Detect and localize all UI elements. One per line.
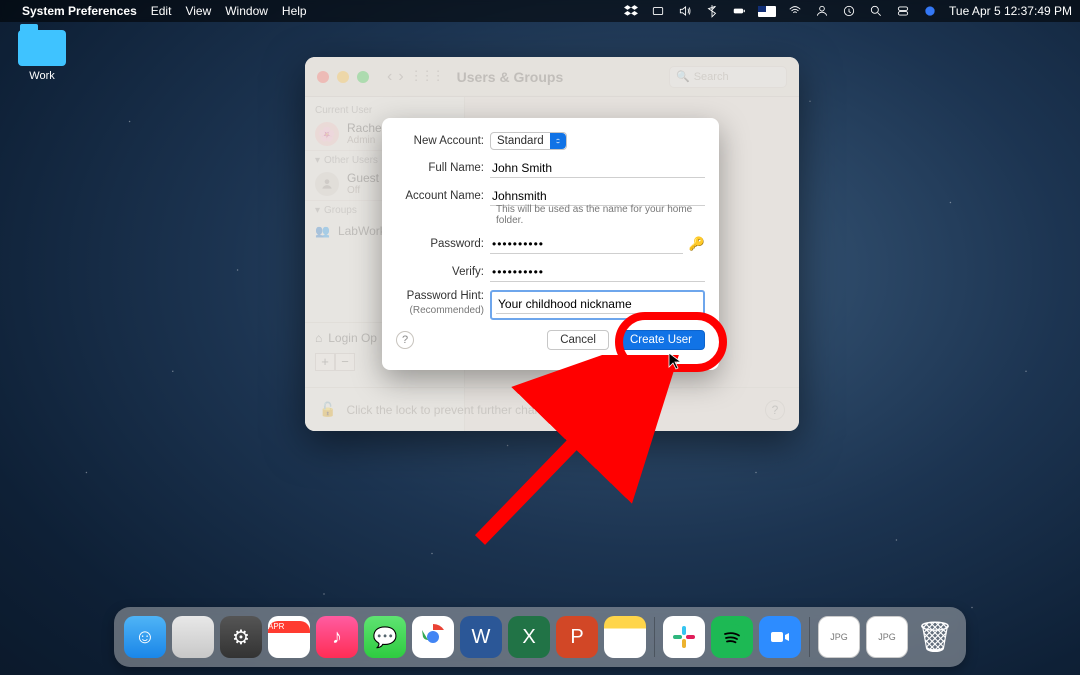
verify-label: Verify: [396,266,490,278]
timemachine-icon[interactable] [841,3,857,19]
group-name: LabWork [338,224,386,238]
dock-app-zoom[interactable] [759,616,801,658]
password-label: Password: [396,238,490,250]
hint-label: Password Hint:(Recommended) [396,290,490,318]
back-button[interactable]: ‹ [387,68,392,86]
account-name-input[interactable] [490,186,705,206]
input-source-flag-icon[interactable] [758,6,776,17]
dropbox-icon[interactable] [623,3,639,19]
new-account-select[interactable]: Standard [490,132,567,150]
dock: ☺ ⚙ APR 5 ♪ 💬 W X P JPG JPG 🗑 [114,607,966,667]
dock-app-messages[interactable]: 💬 [364,616,406,658]
create-user-sheet: New Account: Standard Full Name: Account… [382,118,719,370]
wifi-icon[interactable] [787,3,803,19]
app-menu[interactable]: System Preferences [22,4,137,18]
dock-trash[interactable]: 🗑 [914,616,956,658]
full-name-input[interactable] [490,158,705,178]
clock[interactable]: Tue Apr 5 12:37:49 PM [949,4,1072,18]
dock-app-excel[interactable]: X [508,616,550,658]
add-user-button[interactable]: + [315,353,335,371]
dock-app-finder[interactable]: ☺ [124,616,166,658]
remove-user-button[interactable]: − [335,353,355,371]
select-arrow-icon [550,133,566,149]
user-icon[interactable] [814,3,830,19]
password-key-icon[interactable]: 🔑 [689,236,705,252]
menu-view[interactable]: View [185,4,211,18]
dock-app-chrome[interactable] [412,616,454,658]
group-icon: 👥 [315,224,330,238]
dock-app-music[interactable]: ♪ [316,616,358,658]
account-name-note: This will be used as the name for your h… [496,204,705,226]
search-field[interactable]: 🔍 Search [669,66,787,88]
dock-file-2[interactable]: JPG [866,616,908,658]
dock-app-slack[interactable] [663,616,705,658]
dock-app-launchpad[interactable] [172,616,214,658]
nav-buttons: ‹ › ⋮⋮⋮ [387,68,443,86]
lock-bar: 🔓 Click the lock to prevent further chan… [305,387,799,431]
desktop-folder-work[interactable]: Work [12,30,72,82]
dock-app-word[interactable]: W [460,616,502,658]
lock-text: Click the lock to prevent further change… [346,403,563,417]
grid-icon[interactable]: ⋮⋮⋮ [410,68,443,86]
help-button[interactable]: ? [765,400,785,420]
control-center-icon[interactable] [895,3,911,19]
full-name-label: Full Name: [396,162,490,174]
menu-help[interactable]: Help [282,4,307,18]
sheet-help-button[interactable]: ? [396,331,414,349]
verify-input[interactable] [490,262,705,282]
password-input[interactable] [490,234,683,254]
siri-icon[interactable] [922,3,938,19]
account-name-label: Account Name: [396,190,490,202]
dock-app-settings[interactable]: ⚙ [220,616,262,658]
avatar: 🌸 [315,122,339,146]
battery-widget-icon[interactable] [650,3,666,19]
folder-label: Work [12,70,72,82]
dock-app-notes[interactable] [604,616,646,658]
cancel-button[interactable]: Cancel [547,330,609,350]
calendar-day: 5 [283,633,294,653]
bluetooth-icon[interactable] [704,3,720,19]
menu-window[interactable]: Window [225,4,268,18]
guest-icon [315,172,339,196]
window-title: Users & Groups [457,69,564,85]
new-account-value: Standard [491,135,550,147]
new-account-label: New Account: [396,135,490,147]
dock-app-powerpoint[interactable]: P [556,616,598,658]
dock-app-spotify[interactable] [711,616,753,658]
lock-icon[interactable]: 🔓 [319,401,336,418]
spotlight-icon[interactable] [868,3,884,19]
volume-icon[interactable] [677,3,693,19]
sidebar-section-current: Current User [305,97,464,118]
folder-icon [18,30,66,66]
search-icon: 🔍 [676,70,690,83]
dock-file-1[interactable]: JPG [818,616,860,658]
search-placeholder: Search [694,71,729,83]
dock-app-calendar[interactable]: APR 5 [268,616,310,658]
menubar: System Preferences Edit View Window Help… [0,0,1080,22]
window-titlebar: ‹ › ⋮⋮⋮ Users & Groups 🔍 Search [305,57,799,97]
minimize-button[interactable] [337,71,349,83]
home-icon: ⌂ [315,331,322,345]
create-user-button[interactable]: Create User [617,330,705,350]
dock-separator [809,617,810,657]
menu-edit[interactable]: Edit [151,4,172,18]
close-button[interactable] [317,71,329,83]
hint-input[interactable] [496,294,699,314]
dock-separator [654,617,655,657]
zoom-button[interactable] [357,71,369,83]
forward-button[interactable]: › [398,68,403,86]
battery-icon[interactable] [731,3,747,19]
hint-input-wrapper [490,290,705,320]
